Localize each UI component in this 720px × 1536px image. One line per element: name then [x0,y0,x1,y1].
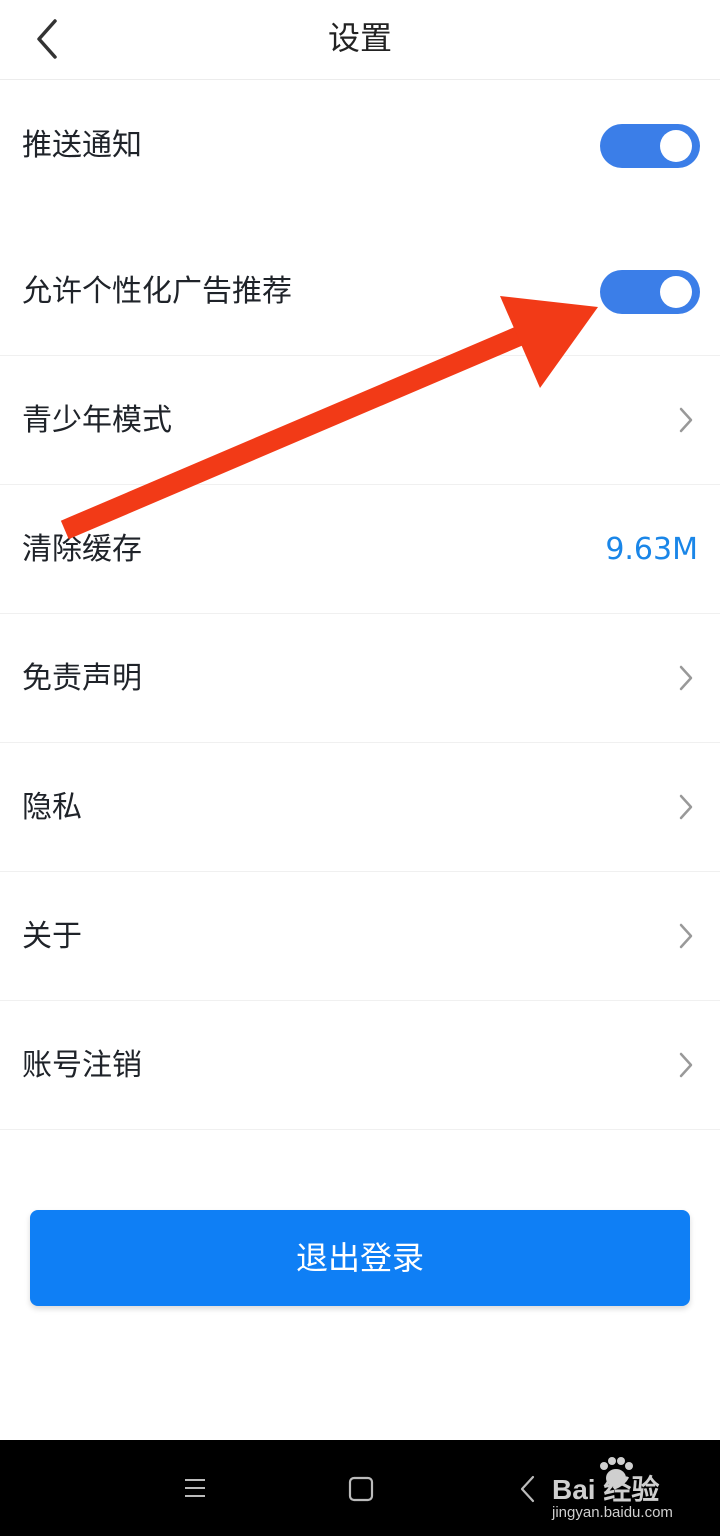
setting-clear-cache[interactable]: 清除缓存 9.63M [0,485,720,614]
setting-push-notifications: 推送通知 [0,80,720,226]
personalized-ads-toggle[interactable] [600,270,700,314]
chevron-right-icon [679,794,693,820]
chevron-right-icon [679,923,693,949]
privacy-label: 隐私 [22,790,82,825]
push-notifications-label: 推送通知 [22,128,142,163]
teen-mode-label: 青少年模式 [22,403,172,438]
back-nav-icon[interactable] [518,1474,538,1504]
menu-icon[interactable] [183,1476,207,1500]
push-notifications-toggle[interactable] [600,124,700,168]
logout-button[interactable]: 退出登录 [30,1210,690,1306]
cancel-account-label: 账号注销 [22,1048,142,1083]
disclaimer-label: 免责声明 [22,661,142,696]
setting-disclaimer[interactable]: 免责声明 [0,614,720,743]
setting-teen-mode[interactable]: 青少年模式 [0,356,720,485]
clear-cache-label: 清除缓存 [22,532,142,567]
chevron-right-icon [679,1052,693,1078]
setting-personalized-ads: 允许个性化广告推荐 [0,226,720,356]
toggle-knob [660,130,692,162]
setting-cancel-account[interactable]: 账号注销 [0,1001,720,1130]
chevron-right-icon [679,407,693,433]
paw-logo-icon [600,1457,633,1487]
cache-size-value: 9.63M [605,532,698,567]
about-label: 关于 [22,919,82,954]
chevron-right-icon [679,665,693,691]
setting-privacy[interactable]: 隐私 [0,743,720,872]
home-icon[interactable] [348,1476,374,1502]
setting-about[interactable]: 关于 [0,872,720,1001]
watermark-url: jingyan.baidu.com [552,1504,673,1521]
page-title: 设置 [327,19,392,57]
personalized-ads-label: 允许个性化广告推荐 [22,274,292,309]
toggle-knob [660,276,692,308]
top-bar: 设置 [0,0,720,80]
